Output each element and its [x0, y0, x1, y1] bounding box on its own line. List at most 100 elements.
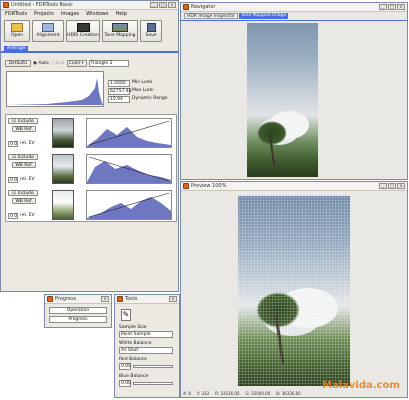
palm-tree [257, 121, 287, 145]
min-lumi-label: Min Lumi [132, 80, 153, 85]
max-lumi-value: 62757.48 [108, 88, 132, 95]
status-r: R: 33536.00 [215, 391, 240, 396]
close-icon[interactable]: × [168, 2, 176, 8]
list-item: ☑ Include WB Ref. 0.0 rel. EV [6, 151, 176, 187]
save-button[interactable]: Save [140, 20, 162, 42]
include-checkbox[interactable]: ☑ Include [8, 154, 38, 160]
status-x: X: 8 [183, 391, 191, 396]
app-icon [3, 2, 9, 8]
ev-field[interactable]: 0.0 [8, 213, 18, 219]
close-icon[interactable]: × [169, 296, 177, 302]
preview-title: Preview 100% [191, 183, 227, 189]
app-icon [47, 296, 53, 302]
defaults-button[interactable]: Defaults [5, 60, 31, 67]
histogram-1 [86, 118, 172, 148]
tone-mapping-icon [112, 23, 128, 32]
tab-hdr-inspector[interactable]: HDR Image Inspector [184, 13, 238, 19]
navigator-tabs: HDR Image Inspector Tone Mapped Image [181, 12, 407, 21]
maximize-icon[interactable]: □ [388, 183, 396, 189]
thumbnail-1 [52, 118, 74, 148]
blue-balance-value[interactable]: 0.00 [119, 380, 131, 387]
eyedropper-icon[interactable]: ✎ [121, 309, 131, 321]
color-plus-button[interactable]: Color+ [66, 60, 87, 67]
open-button[interactable]: Open [4, 20, 30, 42]
include-checkbox[interactable]: ☑ Include [8, 118, 38, 124]
tab-tone-mapped[interactable]: Tone Mapped Image [238, 13, 289, 19]
navigator-title: Navigator [191, 4, 216, 10]
triangle-select[interactable]: Triangle 2 [88, 60, 129, 67]
histogram-3 [86, 190, 172, 220]
auto-radio[interactable]: ◉ Auto [33, 61, 49, 66]
close-icon[interactable]: × [397, 183, 405, 189]
sampling-grid [238, 196, 350, 386]
sample-size-label: Sample Size [119, 325, 147, 330]
close-icon[interactable]: × [101, 296, 109, 302]
status-b: B: 36336.00 [276, 391, 301, 396]
tone-mapping-button[interactable]: Tone Mapping [102, 20, 138, 42]
preview-image[interactable] [238, 196, 350, 386]
histogram-graph [7, 78, 103, 105]
progress-title: Progress [55, 296, 77, 302]
close-icon[interactable]: × [397, 4, 405, 10]
alignment-icon [42, 23, 54, 32]
maximize-icon[interactable]: □ [159, 2, 167, 8]
blue-balance-slider[interactable] [133, 382, 173, 385]
sample-size-select[interactable]: Point Sample [119, 331, 173, 338]
main-title: Untitled - FDRTools Basic [11, 2, 73, 8]
controls-row: Defaults ◉ Auto ○ Exif Color+ Triangle 2 [5, 60, 129, 67]
thumbnail-2 [52, 154, 74, 184]
app-icon [117, 296, 123, 302]
hdri-creation-button[interactable]: HDRI Creation [66, 20, 100, 42]
exif-radio[interactable]: ○ Exif [51, 61, 65, 66]
navigator-window: Navigator _ □ × HDR Image Inspector Tone M… [180, 2, 408, 180]
app-icon [183, 183, 189, 189]
tools-title: Tools [125, 296, 138, 302]
progress-window: Progress × Operation Progress [44, 294, 112, 328]
navigator-image[interactable] [247, 23, 318, 177]
status-y: Y: 333 [196, 391, 210, 396]
minimize-icon[interactable]: _ [150, 2, 158, 8]
preview-window: Preview 100% _ □ × X: 8 Y: 333 R: 33536.00… [180, 181, 408, 398]
menu-help[interactable]: Help [115, 11, 126, 18]
red-balance-slider[interactable] [133, 365, 173, 368]
rel-ev-label: rel. EV [20, 141, 35, 146]
wb-ref-button[interactable]: WB Ref. [12, 162, 36, 168]
dynamic-range-label: Dynamic Range [132, 96, 168, 101]
combined-histogram [6, 71, 104, 107]
menu-images[interactable]: Images [61, 11, 79, 18]
dynamic-range-value: 15.94 [108, 96, 130, 103]
white-balance-label: White Balance [119, 341, 152, 346]
navigator-titlebar: Navigator _ □ × [181, 3, 407, 12]
menu-windows[interactable]: Windows [86, 11, 108, 18]
thumbnail-3 [52, 190, 74, 220]
max-lumi-label: Max Lumi [132, 88, 154, 93]
status-bar: X: 8 Y: 333 R: 33536.00 G: 32000.00 B: 3… [183, 391, 301, 396]
progress-bar: Progress [49, 316, 107, 323]
minimize-icon[interactable]: _ [379, 4, 387, 10]
minimize-icon[interactable]: _ [379, 183, 387, 189]
watermark: Malavida.com [322, 380, 400, 391]
menu-projects[interactable]: Projects [34, 11, 54, 18]
operation-field: Operation [49, 307, 107, 314]
preview-titlebar: Preview 100% _ □ × [181, 182, 407, 191]
toolbar: Open Alignment HDRI Creation Tone Mappin… [1, 19, 178, 45]
red-balance-value[interactable]: 0.00 [119, 363, 131, 370]
list-item: ☑ Include WB Ref. 0.0 rel. EV [6, 187, 176, 223]
include-checkbox[interactable]: ☑ Include [8, 190, 38, 196]
rel-ev-label: rel. EV [20, 177, 35, 182]
alignment-button[interactable]: Alignment [32, 20, 64, 42]
ev-field[interactable]: 0.0 [8, 141, 18, 147]
white-balance-select[interactable]: As Shot [119, 347, 173, 354]
progress-titlebar: Progress × [45, 295, 111, 304]
main-window: Untitled - FDRTools Basic _ □ × FDRTools P… [0, 0, 179, 292]
folder-icon [11, 23, 23, 32]
maximize-icon[interactable]: □ [388, 4, 396, 10]
save-icon [146, 23, 156, 32]
ev-field[interactable]: 0.0 [8, 177, 18, 183]
menu-fdrtools[interactable]: FDRTools [5, 11, 27, 18]
tab-average[interactable]: Average [4, 46, 29, 53]
min-lumi-value: 1.0000 [108, 80, 130, 87]
wb-ref-button[interactable]: WB Ref. [12, 126, 36, 132]
wb-ref-button[interactable]: WB Ref. [12, 198, 36, 204]
red-balance-label: Red Balance [119, 357, 147, 362]
